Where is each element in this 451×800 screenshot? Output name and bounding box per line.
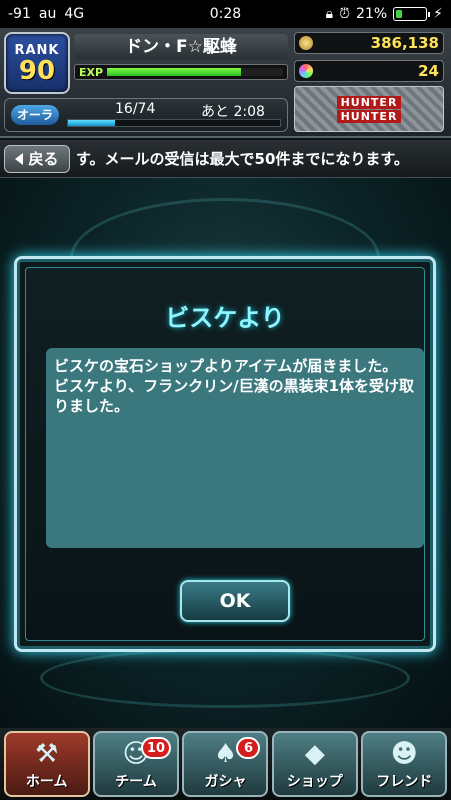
dialog-message-line: ビスケより、フランクリン/巨漢の黒装束1体を受け取りました。 <box>54 377 415 415</box>
back-label: 戻る <box>28 150 59 168</box>
aura-label: オーラ <box>11 105 59 125</box>
signal-strength: -91 <box>8 6 31 22</box>
back-arrow-icon <box>15 152 24 165</box>
shop-icon: ◆ <box>304 739 325 769</box>
rank-badge: RANK 90 <box>4 32 70 94</box>
battery-percent: 21% <box>356 6 388 22</box>
nav-friend[interactable]: ☻ フレンド <box>361 731 448 797</box>
notification-badge: 6 <box>236 737 261 759</box>
aura-count: 16/74 <box>115 101 156 117</box>
exp-bar: EXP <box>74 64 288 80</box>
back-button[interactable]: 戻る <box>4 144 70 173</box>
exp-fill <box>107 68 241 76</box>
bottom-nav: ⚒ ホーム 10 ☺ チーム 6 ♠ ガシャ ◆ ショップ ☻ フレンド <box>0 728 451 800</box>
gem-value: 24 <box>418 62 439 80</box>
nav-label: ホーム <box>25 774 68 790</box>
network-type: 4G <box>64 6 85 22</box>
aura-fill <box>68 120 115 126</box>
aura-track <box>67 119 281 127</box>
coin-icon <box>299 36 313 50</box>
nav-label: フレンド <box>376 774 433 790</box>
money-value: 386,138 <box>370 34 439 52</box>
money-counter: 386,138 <box>294 32 444 54</box>
player-header: RANK 90 ドン・F☆駆蜂 EXP オーラ 16/74 あと 2:08 38… <box>0 28 451 138</box>
player-name: ドン・F☆駆蜂 <box>74 34 288 60</box>
ticker-bar: 戻る す。メールの受信は最大で50件までになります。 <box>0 140 451 178</box>
mail-dialog: ビスケより ビスケの宝石ショップよりアイテムが届きました。 ビスケより、フランク… <box>14 256 436 652</box>
dialog-message: ビスケの宝石ショップよりアイテムが届きました。 ビスケより、フランクリン/巨漢の… <box>46 348 424 548</box>
game-logo: HUNTER HUNTER <box>294 86 444 132</box>
rotation-lock-icon: 🔒︎ <box>325 6 334 22</box>
exp-label: EXP <box>79 65 104 79</box>
nav-shop[interactable]: ◆ ショップ <box>271 731 358 797</box>
dialog-title: ビスケより <box>165 304 285 332</box>
nav-home[interactable]: ⚒ ホーム <box>3 731 90 797</box>
friend-icon: ☻ <box>390 739 418 769</box>
rank-value: 90 <box>18 55 56 86</box>
dialog-inner: ビスケより ビスケの宝石ショップよりアイテムが届きました。 ビスケより、フランク… <box>25 267 425 641</box>
gem-icon <box>299 64 313 78</box>
nav-label: チーム <box>115 774 157 790</box>
dialog-message-line: ビスケの宝石ショップよりアイテムが届きました。 <box>54 357 398 375</box>
aura-timer: あと 2:08 <box>201 104 265 120</box>
scene-ring-decoration <box>40 648 410 708</box>
carrier: au <box>38 6 57 22</box>
nav-label: ショップ <box>286 774 343 790</box>
nav-team[interactable]: 10 ☺ チーム <box>93 731 180 797</box>
alarm-icon: ⏰︎ <box>339 6 351 22</box>
nav-label: ガシャ <box>204 774 247 790</box>
notification-badge: 10 <box>140 737 172 759</box>
nav-gacha[interactable]: 6 ♠ ガシャ <box>182 731 269 797</box>
gem-counter: 24 <box>294 60 444 82</box>
ok-button[interactable]: OK <box>180 580 290 622</box>
logo-line-2: HUNTER <box>336 109 402 123</box>
ticker-message: す。メールの受信は最大で50件までになります。 <box>76 150 409 168</box>
logo-line-1: HUNTER <box>336 95 402 109</box>
battery-icon <box>393 7 431 21</box>
exp-track <box>107 68 283 76</box>
aura-panel: オーラ 16/74 あと 2:08 <box>4 98 288 132</box>
charging-icon: ⚡︎ <box>433 6 443 22</box>
home-icon: ⚒ <box>35 739 59 769</box>
status-bar: -91 au 4G 0:28 🔒︎ ⏰︎ 21% ⚡︎ <box>0 0 451 28</box>
clock: 0:28 <box>209 6 242 22</box>
